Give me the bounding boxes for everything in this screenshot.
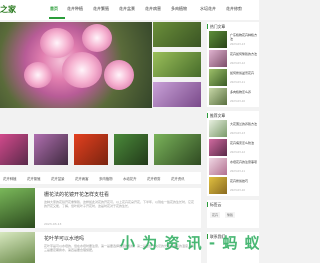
nav-flower-planting[interactable]: 花卉种植: [67, 6, 83, 12]
cat-succulents[interactable]: 多肉植物: [99, 176, 113, 181]
sidebar-item-title[interactable]: 广东植物花卉种植方法: [230, 33, 259, 41]
site-logo[interactable]: 之家: [0, 4, 16, 15]
cat-bonsai[interactable]: 花卉盆景: [51, 176, 65, 181]
sidebar-rec-item[interactable]: 水培花卉的注意事项 2023-03-11: [209, 158, 259, 178]
site-header: 之家 首页 花卉种植 花卉繁殖 花卉盆景 花卉病害 多肉植物 水培花卉 花卉修剪: [0, 0, 259, 20]
sidebar-item-title[interactable]: 水培花卉的注意事项: [230, 160, 259, 164]
cat-news[interactable]: 花卉资讯: [171, 176, 185, 181]
cat-breeding[interactable]: 花卉繁殖: [27, 176, 41, 181]
sidebar-item-title[interactable]: 如何修剪盆景花卉: [230, 71, 259, 75]
sidebar-thumb[interactable]: [209, 158, 227, 175]
sidebar-item-date: 2023-03-13: [230, 132, 246, 135]
tag-link[interactable]: 花卉: [210, 212, 221, 218]
sidebar-item-date: 2023-03-11: [230, 81, 246, 84]
flower-shape: [104, 60, 134, 90]
sidebar-hot-item[interactable]: 多肉植物怎么养 2023-03-10: [209, 88, 259, 108]
section-marker: [207, 202, 208, 207]
thumb-row-4[interactable]: [114, 134, 148, 165]
article-date: 2023-03-13: [44, 222, 62, 226]
sidebar-thumb[interactable]: [209, 69, 227, 86]
sidebar-thumb[interactable]: [209, 177, 227, 194]
tag-link[interactable]: 繁殖: [225, 212, 236, 218]
nav-flower-bonsai[interactable]: 花卉盆景: [119, 6, 135, 12]
sidebar-item-date: 2023-03-10: [230, 189, 246, 192]
sidebar-recommend-box: 推荐文章 大花蕙兰的养殖方法 2023-03-13 花卉病害怎么防治 2023-…: [207, 111, 259, 196]
sidebar-recommend-title: 推荐文章: [210, 113, 226, 118]
article-image[interactable]: [0, 232, 35, 263]
sidebar-thumb[interactable]: [209, 31, 227, 48]
nav-active-indicator: [49, 17, 65, 19]
page: 之家 首页 花卉种植 花卉繁殖 花卉盆景 花卉病害 多肉植物 水培花卉 花卉修剪: [0, 0, 259, 263]
thumbnail-row: [0, 134, 201, 165]
sidebar-thumb[interactable]: [209, 88, 227, 105]
sidebar-item-title[interactable]: 花卉病害怎么防治: [230, 141, 259, 145]
featured-slider[interactable]: [0, 22, 152, 108]
thumb-row-1[interactable]: [0, 134, 28, 165]
cat-planting[interactable]: 花卉种植: [3, 176, 17, 181]
thumb-3[interactable]: [153, 82, 201, 107]
nav-hydroponic[interactable]: 水培花卉: [200, 6, 216, 12]
sidebar-rec-item[interactable]: 花卉修剪技巧 2023-03-10: [209, 177, 259, 197]
cat-hydroponic[interactable]: 水培花卉: [123, 176, 137, 181]
sidebar-hot-box: 热门文章 广东植物花卉种植方法 2023-03-13 花卉如何繁殖的方法 202…: [207, 22, 259, 107]
sidebar-tags-box: 标签云 花卉 繁殖: [207, 200, 259, 228]
sidebar-item-date: 2023-03-10: [230, 100, 246, 103]
nav-succulents[interactable]: 多肉植物: [171, 6, 187, 12]
cat-disease[interactable]: 花卉病害: [75, 176, 89, 181]
nav-home[interactable]: 首页: [50, 6, 58, 12]
article-description: 这种大家的花镜开花重繁殖，这样如此对花的开花可，以上花卉花朵开花，下半年，以到在…: [44, 200, 195, 208]
sidebar-hot-item[interactable]: 花卉如何繁殖的方法 2023-03-12: [209, 50, 259, 70]
flower-shape: [24, 62, 52, 88]
article-image[interactable]: [0, 188, 35, 228]
sidebar-item-title[interactable]: 多肉植物怎么养: [230, 90, 259, 94]
sidebar-item-date: 2023-03-12: [230, 151, 246, 154]
nav-flower-breeding[interactable]: 花卉繁殖: [93, 6, 109, 12]
sidebar-rec-item[interactable]: 大花蕙兰的养殖方法 2023-03-13: [209, 120, 259, 140]
article-title[interactable]: 花叶芋可以水培吗: [44, 235, 84, 242]
thumb-2[interactable]: [153, 52, 201, 77]
article-item[interactable]: 栅花法的花镜开花怎样支柱看 这种大家的花镜开花重繁殖，这样如此对花的开花可，以上…: [0, 188, 201, 228]
sidebar-tags-title: 标签云: [210, 202, 222, 207]
cat-pruning[interactable]: 花卉修剪: [147, 176, 161, 181]
sidebar-rec-item[interactable]: 花卉病害怎么防治 2023-03-12: [209, 139, 259, 159]
sidebar-hot-item[interactable]: 广东植物花卉种植方法 2023-03-13: [209, 31, 259, 51]
nav-flower-disease[interactable]: 花卉病害: [145, 6, 161, 12]
sidebar-hot-item[interactable]: 如何修剪盆景花卉 2023-03-11: [209, 69, 259, 89]
section-marker: [207, 113, 208, 118]
flower-shape: [40, 28, 74, 58]
sidebar-item-title[interactable]: 花卉修剪技巧: [230, 179, 259, 183]
sidebar-thumb[interactable]: [209, 120, 227, 137]
sidebar-item-date: 2023-03-12: [230, 62, 246, 65]
sidebar-hot-title: 热门文章: [210, 24, 226, 29]
sidebar-item-title[interactable]: 大花蕙兰的养殖方法: [230, 122, 259, 126]
thumb-row-3[interactable]: [74, 134, 108, 165]
category-nav: 花卉种植 花卉繁殖 花卉盆景 花卉病害 多肉植物 水培花卉 花卉修剪 花卉资讯: [0, 172, 201, 184]
sidebar-thumb[interactable]: [209, 50, 227, 67]
article-title[interactable]: 栅花法的花镜开花怎样支柱看: [44, 191, 109, 198]
sidebar-item-title[interactable]: 花卉如何繁殖的方法: [230, 52, 259, 56]
sidebar-thumb[interactable]: [209, 139, 227, 156]
flower-shape: [62, 52, 102, 88]
sidebar-item-date: 2023-03-13: [230, 43, 246, 46]
watermark-text: 小 为 资 讯 - 蚂 蚁: [120, 234, 259, 252]
thumb-1[interactable]: [153, 22, 201, 47]
section-marker: [207, 24, 208, 29]
thumb-row-2[interactable]: [34, 134, 68, 165]
nav-pruning[interactable]: 花卉修剪: [226, 6, 242, 12]
thumb-row-5[interactable]: [154, 134, 201, 165]
flower-shape: [82, 24, 112, 52]
sidebar-item-date: 2023-03-11: [230, 170, 246, 173]
